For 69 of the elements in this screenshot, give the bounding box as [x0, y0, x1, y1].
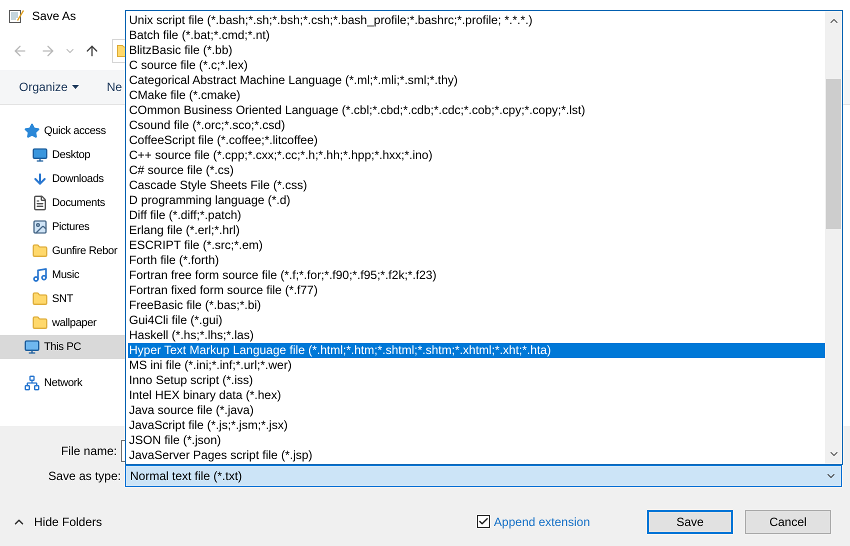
- file-type-option[interactable]: CMake file (*.cmake): [128, 88, 825, 103]
- save-button[interactable]: Save: [647, 510, 733, 534]
- file-type-option[interactable]: Cascade Style Sheets File (*.css): [128, 178, 825, 193]
- download-icon: [32, 171, 48, 187]
- file-type-option[interactable]: MS ini file (*.ini;*.inf;*.url;*.wer): [128, 358, 825, 373]
- file-type-option[interactable]: BlitzBasic file (*.bb): [128, 43, 825, 58]
- file-type-option[interactable]: Csound file (*.orc;*.sco;*.csd): [128, 118, 825, 133]
- file-type-option[interactable]: C source file (*.c;*.lex): [128, 58, 825, 73]
- save-as-type-dropdown[interactable]: Normal text file (*.txt): [125, 465, 842, 487]
- file-type-option[interactable]: CoffeeScript file (*.coffee;*.litcoffee): [128, 133, 825, 148]
- scrollbar-thumb[interactable]: [826, 79, 841, 229]
- nav-item[interactable]: Gunfire Rebor: [0, 239, 125, 263]
- file-type-option[interactable]: Haskell (*.hs;*.lhs;*.las): [128, 328, 825, 343]
- nav-item[interactable]: Quick access: [0, 119, 125, 143]
- file-type-option[interactable]: Erlang file (*.erl;*.hrl): [128, 223, 825, 238]
- file-type-option[interactable]: Unix script file (*.bash;*.sh;*.bsh;*.csh;*.bash_profile;*.bashrc;*.profile; *.*.*.): [128, 13, 825, 28]
- save-as-type-label: Save as type:: [47, 468, 122, 485]
- file-type-option[interactable]: D programming language (*.d): [128, 193, 825, 208]
- file-type-option[interactable]: JavaScript file (*.js;*.jsm;*.jsx): [128, 418, 825, 433]
- file-type-option[interactable]: Hyper Text Markup Language file (*.html;*.htm;*.shtml;*.shtm;*.xhtml;*.xht;*.hta): [128, 343, 825, 358]
- file-type-option[interactable]: ESCRIPT file (*.src;*.em): [128, 238, 825, 253]
- caret-icon: [72, 85, 79, 89]
- append-extension-link[interactable]: Append extension: [494, 512, 590, 530]
- forward-icon[interactable]: [40, 43, 56, 59]
- file-type-option[interactable]: Diff file (*.diff;*.patch): [128, 208, 825, 223]
- window-title: Save As: [32, 8, 76, 25]
- file-type-option[interactable]: Intel HEX binary data (*.hex): [128, 388, 825, 403]
- file-type-option[interactable]: COmmon Business Oriented Language (*.cbl;*.cbd;*.cdb;*.cdc;*.cob;*.cpy;*.copy;*.lst): [128, 103, 825, 118]
- star-icon: [24, 123, 40, 139]
- nav-item[interactable]: Network: [0, 371, 125, 395]
- nav-item[interactable]: wallpaper: [0, 311, 125, 335]
- file-type-option[interactable]: JavaServer Pages script file (*.jsp): [128, 448, 825, 463]
- file-name-label: File name:: [60, 443, 118, 460]
- up-icon[interactable]: [84, 43, 100, 59]
- nav-item[interactable]: Desktop: [0, 143, 125, 167]
- folder-icon: [32, 243, 48, 259]
- organize-menu[interactable]: Organize: [19, 78, 79, 96]
- file-type-option[interactable]: Fortran fixed form source file (*.f77): [128, 283, 825, 298]
- file-type-option[interactable]: Inno Setup script (*.iss): [128, 373, 825, 388]
- back-icon[interactable]: [12, 43, 28, 59]
- file-type-option[interactable]: Batch file (*.bat;*.cmd;*.nt): [128, 28, 825, 43]
- append-extension-checkbox[interactable]: [476, 515, 490, 528]
- file-type-option[interactable]: FreeBasic file (*.bas;*.bi): [128, 298, 825, 313]
- notepad-icon: [8, 8, 24, 24]
- music-note-icon: [32, 267, 48, 283]
- file-type-option[interactable]: Gui4Cli file (*.gui): [128, 313, 825, 328]
- nav-item[interactable]: Music: [0, 263, 125, 287]
- nav-item[interactable]: This PC: [0, 335, 125, 359]
- file-type-option[interactable]: C++ source file (*.cpp;*.cxx;*.cc;*.h;*.hh;*.hpp;*.hxx;*.ino): [128, 148, 825, 163]
- computer-icon: [24, 339, 40, 355]
- nav-item[interactable]: Pictures: [0, 215, 125, 239]
- monitor-icon: [32, 147, 48, 163]
- picture-icon: [32, 219, 48, 235]
- file-type-option[interactable]: C# source file (*.cs): [128, 163, 825, 178]
- nav-item[interactable]: Downloads: [0, 167, 125, 191]
- nav-item[interactable]: Documents: [0, 191, 125, 215]
- new-folder-button[interactable]: Ne: [106, 78, 122, 96]
- file-type-option[interactable]: Fortran free form source file (*.f;*.for;*.f90;*.f95;*.f2k;*.f23): [128, 268, 825, 283]
- nav-item[interactable]: SNT: [0, 287, 125, 311]
- network-icon: [24, 375, 40, 391]
- file-type-option[interactable]: JSON file (*.json): [128, 433, 825, 448]
- folder-icon: [32, 291, 48, 307]
- cancel-button[interactable]: Cancel: [745, 510, 831, 534]
- hide-folders-button[interactable]: Hide Folders: [0, 512, 102, 530]
- folder-icon: [32, 315, 48, 331]
- file-type-option[interactable]: Forth file (*.forth): [128, 253, 825, 268]
- document-icon: [32, 195, 48, 211]
- file-type-option[interactable]: Java source file (*.java): [128, 403, 825, 418]
- file-type-option[interactable]: Categorical Abstract Machine Language (*.ml;*.mli;*.sml;*.thy): [128, 73, 825, 88]
